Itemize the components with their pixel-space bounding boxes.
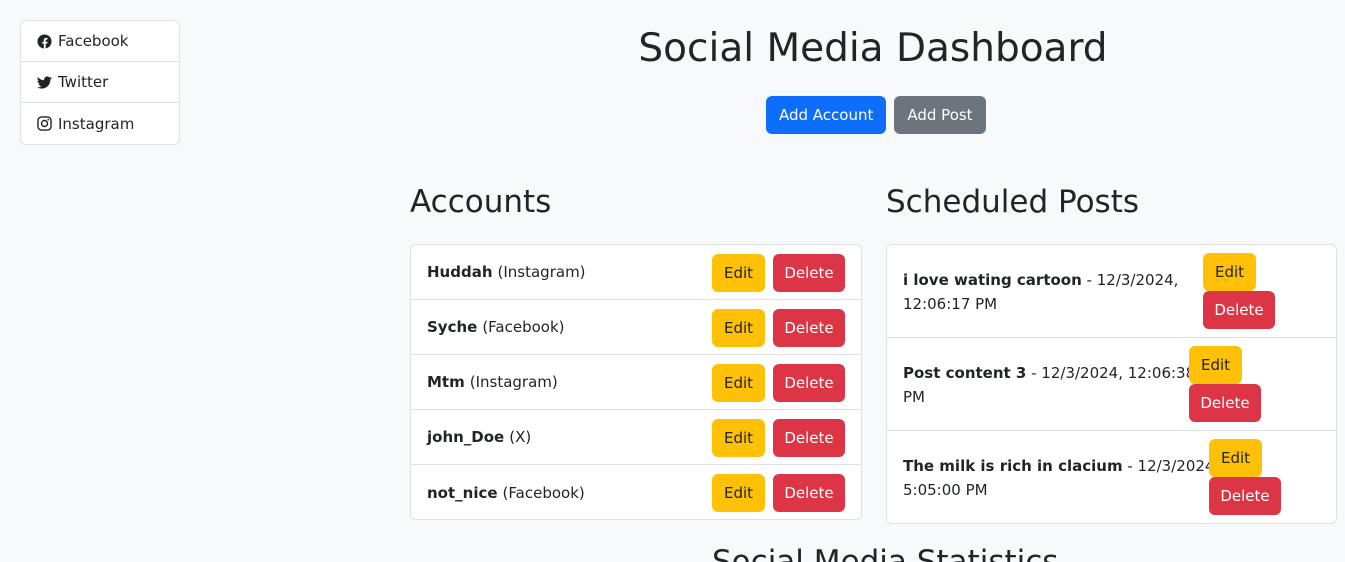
account-platform: (Instagram)	[469, 373, 558, 391]
post-text: The milk is rich in clacium - 12/3/2024,…	[903, 454, 1219, 502]
delete-post-button[interactable]: Delete	[1209, 477, 1281, 515]
account-row: Syche (Facebook) Edit Delete	[411, 300, 861, 355]
edit-account-button[interactable]: Edit	[712, 474, 765, 512]
sidebar-item-twitter[interactable]: Twitter	[21, 62, 179, 103]
account-row: Mtm (Instagram) Edit Delete	[411, 355, 861, 410]
post-content: Post content 3	[903, 364, 1027, 382]
scheduled-posts-heading: Scheduled Posts	[886, 184, 1139, 220]
delete-account-button[interactable]: Delete	[773, 364, 845, 402]
account-name: Huddah	[427, 263, 493, 281]
post-content: i love wating cartoon	[903, 271, 1082, 289]
delete-account-button[interactable]: Delete	[773, 254, 845, 292]
twitter-icon	[37, 75, 52, 89]
account-platform: (Facebook)	[502, 483, 585, 502]
facebook-icon	[37, 33, 52, 49]
delete-post-button[interactable]: Delete	[1203, 291, 1275, 329]
post-row: i love wating cartoon - 12/3/2024, 12:06…	[887, 245, 1336, 338]
sidebar-item-facebook[interactable]: Facebook	[21, 21, 179, 62]
delete-account-button[interactable]: Delete	[773, 309, 845, 347]
post-row: Post content 3 - 12/3/2024, 12:06:38 PM …	[887, 338, 1336, 431]
post-time: 12:06:17 PM	[903, 295, 998, 313]
edit-post-button[interactable]: Edit	[1209, 439, 1262, 477]
header-actions: Add Account Add Post	[766, 96, 986, 134]
post-time: PM	[903, 388, 925, 406]
account-name: not_nice	[427, 483, 498, 502]
account-name: Syche	[427, 318, 478, 336]
delete-account-button[interactable]: Delete	[773, 474, 845, 512]
post-row: The milk is rich in clacium - 12/3/2024,…	[887, 431, 1336, 523]
instagram-icon	[37, 116, 52, 131]
delete-account-button[interactable]: Delete	[773, 419, 845, 457]
edit-account-button[interactable]: Edit	[712, 419, 765, 457]
delete-post-button[interactable]: Delete	[1189, 384, 1261, 422]
post-actions: Edit Delete	[1203, 253, 1275, 329]
sidebar-item-label: Instagram	[58, 114, 135, 133]
post-actions: Edit Delete	[1209, 439, 1281, 515]
sidebar-item-instagram[interactable]: Instagram	[21, 103, 179, 144]
post-content: The milk is rich in clacium	[903, 457, 1123, 475]
account-platform: (Facebook)	[482, 318, 565, 336]
edit-account-button[interactable]: Edit	[712, 254, 765, 292]
statistics-heading: Social Media Statistics	[712, 544, 1059, 562]
account-row: john_Doe (X) Edit Delete	[411, 410, 861, 465]
sidebar-item-label: Twitter	[58, 73, 109, 91]
account-name: john_Doe	[427, 428, 505, 446]
post-date: - 12/3/2024,	[1081, 271, 1179, 289]
sidebar-item-label: Facebook	[58, 32, 129, 50]
edit-post-button[interactable]: Edit	[1203, 253, 1256, 291]
add-post-button[interactable]: Add Post	[894, 96, 986, 134]
post-actions: Edit Delete	[1189, 346, 1261, 422]
edit-account-button[interactable]: Edit	[712, 309, 765, 347]
accounts-heading: Accounts	[410, 184, 552, 220]
account-platform: (X)	[509, 428, 532, 446]
account-name: Mtm	[427, 373, 465, 391]
scheduled-posts-list: i love wating cartoon - 12/3/2024, 12:06…	[886, 244, 1337, 524]
edit-account-button[interactable]: Edit	[712, 364, 765, 402]
post-date: - 12/3/2024, 12:06:38	[1026, 364, 1196, 382]
accounts-list: Huddah (Instagram) Edit Delete Syche (Fa…	[410, 244, 862, 520]
account-platform: (Instagram)	[497, 263, 586, 281]
page-title: Social Media Dashboard	[638, 26, 1108, 71]
sidebar-nav: Facebook Twitter Instagram	[20, 20, 180, 145]
post-text: Post content 3 - 12/3/2024, 12:06:38 PM	[903, 361, 1195, 409]
post-text: i love wating cartoon - 12/3/2024, 12:06…	[903, 268, 1178, 316]
account-row: Huddah (Instagram) Edit Delete	[411, 245, 861, 300]
add-account-button[interactable]: Add Account	[766, 96, 887, 134]
account-row: not_nice (Facebook) Edit Delete	[411, 465, 861, 519]
post-time: 5:05:00 PM	[903, 481, 988, 499]
post-date: - 12/3/2024,	[1122, 457, 1220, 475]
edit-post-button[interactable]: Edit	[1189, 346, 1242, 384]
